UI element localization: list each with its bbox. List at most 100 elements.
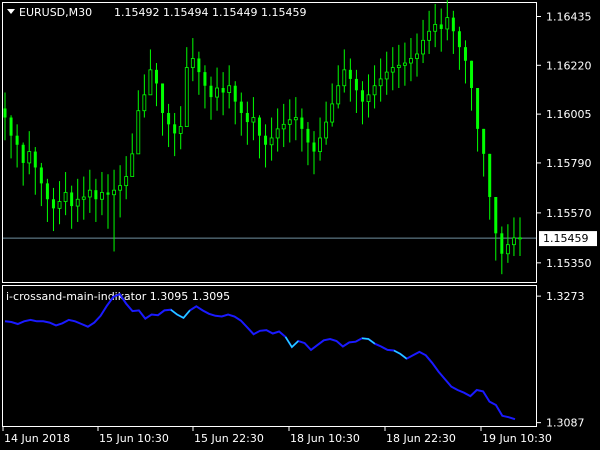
- candle-body: [87, 189, 92, 198]
- candle-body: [184, 67, 189, 128]
- candle-body: [57, 201, 62, 209]
- candle-body: [142, 94, 147, 112]
- candle-body: [488, 153, 492, 197]
- candle-body: [384, 71, 389, 80]
- candle-body: [269, 137, 274, 146]
- candle-body: [433, 24, 438, 32]
- candle-body: [190, 58, 195, 68]
- time-tick-label: 18 Jun 22:30: [386, 432, 456, 445]
- candle-body: [476, 88, 480, 129]
- indicator-tick-label: 1.3273: [546, 290, 585, 303]
- indicator-title: i-crossand-main-indikator 1.3095 1.3095: [6, 290, 230, 303]
- candle-body: [245, 112, 249, 123]
- candle-body: [445, 17, 450, 30]
- candle-body: [233, 85, 237, 102]
- candle-body: [300, 117, 304, 129]
- candle-body: [390, 67, 395, 73]
- candle-body: [112, 189, 116, 196]
- candle-body: [463, 47, 467, 61]
- candle-body: [227, 85, 232, 93]
- candle-body: [275, 128, 280, 139]
- candle-body: [9, 117, 13, 136]
- candle-body: [500, 233, 504, 254]
- price-tick-label: 1.16220: [546, 59, 592, 72]
- candle-body: [94, 190, 98, 200]
- candle-body: [39, 167, 43, 184]
- candle-body: [336, 85, 341, 105]
- candle-body: [348, 69, 352, 79]
- candle-body: [221, 88, 225, 93]
- candle-body: [33, 151, 37, 168]
- candle-body: [470, 60, 474, 89]
- candle-body: [257, 117, 261, 136]
- candle-body: [494, 196, 498, 234]
- price-tick-label: 1.15570: [546, 207, 592, 220]
- candle-body: [45, 183, 49, 200]
- candle-body: [239, 101, 243, 113]
- candle-body: [396, 64, 401, 68]
- candle-body: [100, 192, 104, 200]
- candle-body: [130, 153, 135, 177]
- candle-body: [264, 135, 268, 145]
- candle-body: [15, 135, 19, 145]
- candle-body: [215, 87, 219, 98]
- time-tick-label: 19 Jun 10:30: [482, 432, 552, 445]
- candle-body: [51, 199, 55, 209]
- candle-body: [251, 117, 256, 123]
- price-tick-label: 1.15350: [546, 257, 592, 270]
- candle-body: [70, 192, 74, 207]
- candle-body: [342, 69, 347, 87]
- candle-body: [81, 196, 86, 200]
- candle-body: [209, 85, 213, 98]
- candle-body: [421, 39, 425, 55]
- candle-body: [167, 112, 171, 125]
- time-tick-label: 15 Jun 22:30: [194, 432, 264, 445]
- candle-body: [518, 237, 522, 240]
- candle-body: [3, 108, 7, 118]
- candle-body: [154, 69, 158, 84]
- current-price-label: 1.15459: [543, 232, 589, 245]
- candle-body: [21, 144, 25, 163]
- symbol-timeframe: EURUSD,M30: [19, 6, 92, 19]
- candle-body: [161, 83, 165, 113]
- candle-body: [505, 244, 510, 255]
- candle-body: [27, 151, 32, 164]
- candle-body: [178, 126, 183, 134]
- candle-body: [457, 31, 461, 48]
- candle-body: [281, 123, 286, 130]
- ohlc-readout: 1.15492 1.15494 1.15449 1.15459: [114, 6, 306, 19]
- candle-body: [197, 58, 201, 73]
- time-tick-label: 18 Jun 10:30: [290, 432, 360, 445]
- candle-body: [366, 94, 371, 103]
- candle-body: [451, 17, 455, 32]
- candle-body: [512, 237, 516, 246]
- candle-body: [330, 103, 335, 123]
- candle-body: [354, 78, 358, 91]
- candle-body: [306, 128, 310, 143]
- time-tick-label: 14 Jun 2018: [4, 432, 70, 445]
- candle-body: [293, 117, 298, 121]
- price-tick-label: 1.15790: [546, 157, 592, 170]
- candle-body: [415, 53, 419, 59]
- price-tick-label: 1.16005: [546, 108, 592, 121]
- candle-body: [148, 69, 153, 96]
- indicator-tick-label: 1.3087: [546, 417, 585, 430]
- candle-body: [360, 90, 364, 102]
- candle-body: [287, 119, 292, 125]
- candle-body: [75, 198, 80, 207]
- candle-body: [124, 176, 129, 187]
- candle-body: [482, 128, 486, 154]
- candle-body: [118, 185, 123, 191]
- candle-body: [324, 121, 329, 139]
- current-price-tag: 1.15459: [539, 231, 597, 247]
- candle-body: [173, 124, 177, 134]
- candle-body: [203, 72, 207, 86]
- candle-body: [439, 24, 443, 29]
- candle-body: [63, 192, 68, 202]
- candle-body: [409, 58, 413, 64]
- candle-body: [106, 192, 110, 195]
- time-tick-label: 15 Jun 10:30: [99, 432, 169, 445]
- candle-body: [136, 110, 141, 155]
- candle-body: [378, 78, 383, 87]
- candle-body: [402, 62, 407, 66]
